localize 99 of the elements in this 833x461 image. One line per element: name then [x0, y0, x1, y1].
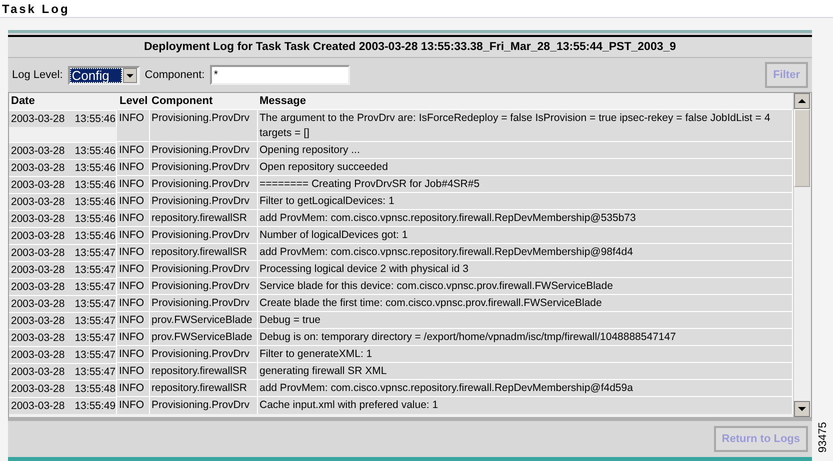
message-cell: The argument to the ProvDrv are: IsForceRedeploy = false IsProvision = true ipsec-rekey = false JobIdList = 4 targets = []: [257, 110, 792, 142]
date-text: 2003-03-28: [11, 112, 65, 126]
component-cell: prov.FWServiceBlade: [149, 312, 257, 328]
panel-title: Deployment Log for Task Task Created 2003-03-28 13:55:33.38_Fri_Mar_28_13:55:44_PST_2003_9: [8, 35, 812, 58]
date-text: 2003-03-28: [11, 246, 65, 260]
message-cell: Cache input.xml with prefered value: 1: [257, 396, 792, 414]
date-text: 2003-03-28: [11, 194, 65, 210]
component-label: Component:: [144, 69, 205, 81]
date-text: 2003-03-28: [11, 212, 65, 226]
date-text: 2003-03-28: [11, 280, 65, 294]
message-cell: generating firewall SR XML: [257, 362, 792, 380]
component-cell: Provisioning.ProvDrv: [149, 142, 257, 158]
date-text: 2003-03-28: [11, 228, 65, 244]
log-level-label: Log Level:: [12, 69, 63, 81]
column-header[interactable]: Level: [117, 93, 149, 110]
date-text: 2003-03-28: [11, 296, 65, 312]
level-cell: INFO: [117, 260, 149, 278]
level-cell: INFO: [117, 244, 149, 260]
message-cell: Debug = true: [257, 312, 792, 328]
level-cell: INFO: [117, 158, 149, 176]
level-cell: INFO: [117, 328, 149, 346]
vertical-scrollbar[interactable]: [793, 93, 811, 417]
component-cell: prov.FWServiceBlade: [149, 328, 257, 346]
component-cell: Provisioning.ProvDrv: [149, 294, 257, 312]
component-cell: Provisioning.ProvDrv: [149, 192, 257, 210]
time-text: 13:55:46: [74, 112, 116, 126]
date-text: 2003-03-28: [11, 178, 65, 192]
scroll-up-icon[interactable]: [794, 93, 810, 109]
level-cell: INFO: [117, 346, 149, 362]
message-cell: ======== Creating ProvDrvSR for Job#4SR#5: [257, 176, 792, 192]
level-cell: INFO: [117, 226, 149, 244]
scroll-down-icon[interactable]: [794, 401, 810, 417]
component-cell: Provisioning.ProvDrv: [149, 110, 257, 142]
level-cell: INFO: [117, 380, 149, 396]
component-cell: Provisioning.ProvDrv: [149, 278, 257, 294]
level-cell: INFO: [117, 312, 149, 328]
date-text: 2003-03-28: [11, 382, 65, 396]
level-cell: INFO: [117, 192, 149, 210]
message-cell: add ProvMem: com.cisco.vpnsc.repository.firewall.RepDevMembership@f4d59a: [257, 380, 792, 396]
time-text: 13:55:47: [74, 348, 116, 362]
column-header[interactable]: Component: [149, 93, 257, 110]
component-cell: repository.firewallSR: [149, 362, 257, 380]
level-cell: INFO: [117, 110, 149, 142]
time-text: 13:55:46: [74, 178, 116, 192]
message-cell: Open repository succeeded: [257, 158, 792, 176]
time-text: 13:55:47: [74, 262, 116, 278]
time-text: 13:55:47: [74, 364, 116, 380]
date-text: 2003-03-28: [11, 160, 65, 176]
message-cell: Filter to getLogicalDevices: 1: [257, 192, 792, 210]
time-text: 13:55:47: [74, 296, 116, 312]
message-cell: Processing logical device 2 with physical id 3: [257, 260, 792, 278]
column-header[interactable]: Message: [257, 93, 792, 110]
page-title: Task Log: [2, 2, 70, 16]
component-cell: Provisioning.ProvDrv: [149, 158, 257, 176]
message-cell: add ProvMem: com.cisco.vpnsc.repository.firewall.RepDevMembership@98f4d4: [257, 244, 792, 260]
date-text: 2003-03-28: [11, 314, 65, 328]
time-text: 13:55:46: [74, 228, 116, 244]
message-cell: add ProvMem: com.cisco.vpnsc.repository.firewall.RepDevMembership@535b73: [257, 210, 792, 226]
scrollbar-thumb[interactable]: [794, 109, 810, 187]
message-cell: Create blade the first time: com.cisco.vpnsc.prov.firewall.FWServiceBlade: [257, 294, 792, 312]
time-text: 13:55:47: [74, 314, 116, 328]
level-cell: INFO: [117, 278, 149, 294]
time-text: 13:55:47: [74, 246, 116, 260]
level-cell: INFO: [117, 142, 149, 158]
figure-number: 93475: [816, 422, 828, 453]
level-cell: INFO: [117, 294, 149, 312]
message-cell: Number of logicalDevices got: 1: [257, 226, 792, 244]
message-cell: Opening repository ...: [257, 142, 792, 158]
component-cell: repository.firewallSR: [149, 380, 257, 396]
time-text: 13:55:47: [74, 280, 116, 294]
time-text: 13:55:46: [74, 160, 116, 176]
component-cell: Provisioning.ProvDrv: [149, 226, 257, 244]
level-cell: INFO: [117, 396, 149, 414]
level-cell: INFO: [117, 362, 149, 380]
message-cell: Debug is on: temporary directory = /export/home/vpnadm/isc/tmp/firewall/1048888547147: [257, 328, 792, 346]
date-text: 2003-03-28: [11, 348, 65, 362]
level-cell: INFO: [117, 176, 149, 192]
date-text: 2003-03-28: [11, 330, 65, 346]
time-text: 13:55:49: [74, 398, 116, 414]
message-cell: Filter to generateXML: 1: [257, 346, 792, 362]
level-cell: INFO: [117, 210, 149, 226]
date-text: 2003-03-28: [11, 144, 65, 158]
time-text: 13:55:47: [74, 330, 116, 346]
component-input-field[interactable]: *: [210, 65, 350, 85]
component-cell: Provisioning.ProvDrv: [149, 346, 257, 362]
component-cell: Provisioning.ProvDrv: [149, 260, 257, 278]
time-text: 13:55:48: [74, 382, 116, 396]
message-cell: Service blade for this device: com.cisco.vpnsc.prov.firewall.FWServiceBlade: [257, 278, 792, 294]
component-cell: Provisioning.ProvDrv: [149, 176, 257, 192]
component-cell: repository.firewallSR: [149, 244, 257, 260]
date-text: 2003-03-28: [11, 398, 65, 414]
time-text: 13:55:46: [74, 194, 116, 210]
log-level-dropdown[interactable]: Config: [68, 66, 140, 84]
time-text: 13:55:46: [74, 212, 116, 226]
date-text: 2003-03-28: [11, 364, 65, 380]
component-cell: Provisioning.ProvDrv: [149, 396, 257, 414]
time-text: 13:55:46: [74, 144, 116, 158]
date-text: 2003-03-28: [11, 262, 65, 278]
component-cell: repository.firewallSR: [149, 210, 257, 226]
